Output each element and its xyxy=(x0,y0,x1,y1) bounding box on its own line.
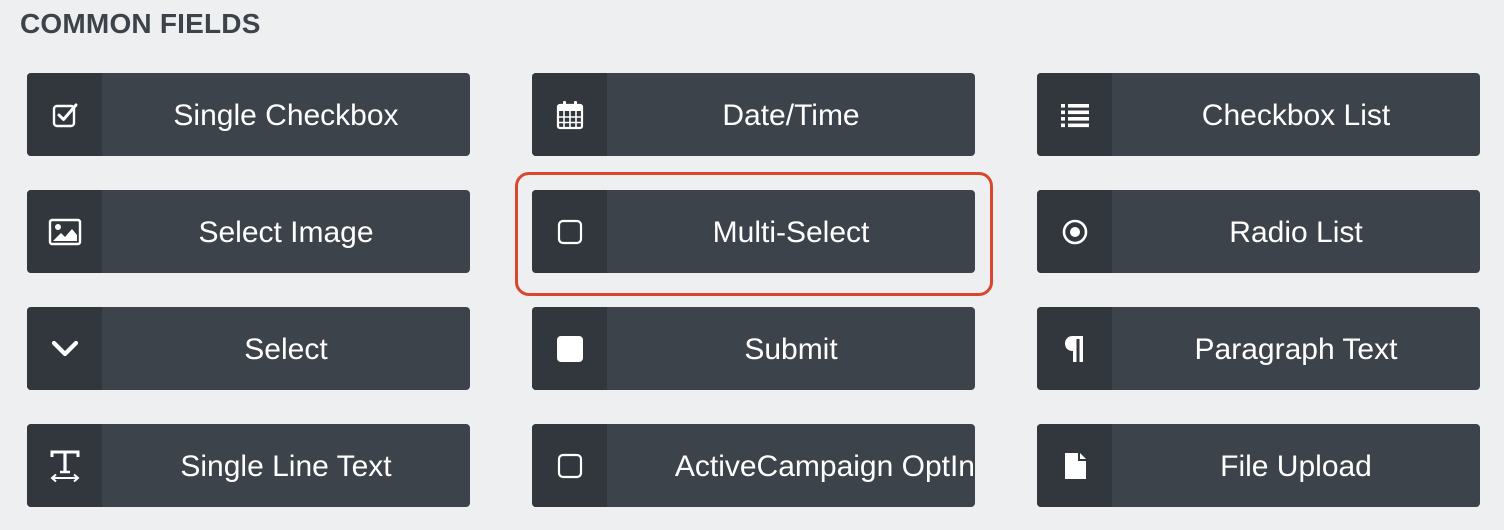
chevron-down-icon xyxy=(27,307,102,390)
field-label: Paragraph Text xyxy=(1194,332,1398,366)
field-multi-select[interactable]: Multi-Select xyxy=(532,190,975,273)
field-label: Select Image xyxy=(198,215,374,249)
field-label: Checkbox List xyxy=(1201,98,1391,132)
field-label: Radio List xyxy=(1229,215,1363,249)
common-fields-panel: COMMON FIELDS Single Checkbox Date/Time … xyxy=(0,0,1504,530)
section-title: COMMON FIELDS xyxy=(20,8,261,39)
field-radio-list[interactable]: Radio List xyxy=(1037,190,1480,273)
square-outline-icon xyxy=(532,190,607,273)
text-height-icon xyxy=(27,424,102,507)
file-icon xyxy=(1037,424,1112,507)
field-label: ActiveCampaign OptIn xyxy=(607,424,975,507)
field-label: Select xyxy=(244,332,328,366)
field-label: Single Line Text xyxy=(180,449,392,483)
field-submit[interactable]: Submit xyxy=(532,307,975,390)
field-label: File Upload xyxy=(1220,449,1372,483)
check-square-icon xyxy=(27,73,102,156)
radio-dot-icon xyxy=(1037,190,1112,273)
field-label: Single Checkbox xyxy=(173,98,399,132)
field-select-image[interactable]: Select Image xyxy=(27,190,470,273)
list-icon xyxy=(1037,73,1112,156)
calendar-icon xyxy=(532,73,607,156)
field-single-checkbox[interactable]: Single Checkbox xyxy=(27,73,470,156)
field-label: Multi-Select xyxy=(712,215,870,249)
field-label: Submit xyxy=(744,332,838,366)
field-label-text: ActiveCampaign OptIn xyxy=(674,449,975,483)
square-filled-icon xyxy=(532,307,607,390)
field-file-upload[interactable]: File Upload xyxy=(1037,424,1480,507)
pilcrow-icon xyxy=(1037,307,1112,390)
field-date-time[interactable]: Date/Time xyxy=(532,73,975,156)
field-activecampaign-optin[interactable]: ActiveCampaign OptIn xyxy=(532,424,975,507)
image-icon xyxy=(27,190,102,273)
field-checkbox-list[interactable]: Checkbox List xyxy=(1037,73,1480,156)
square-outline-icon xyxy=(532,424,607,507)
field-label: Date/Time xyxy=(722,98,860,132)
field-single-line-text[interactable]: Single Line Text xyxy=(27,424,470,507)
fields-grid: Single Checkbox Date/Time Checkbox List … xyxy=(27,73,1480,507)
field-paragraph-text[interactable]: Paragraph Text xyxy=(1037,307,1480,390)
field-select[interactable]: Select xyxy=(27,307,470,390)
